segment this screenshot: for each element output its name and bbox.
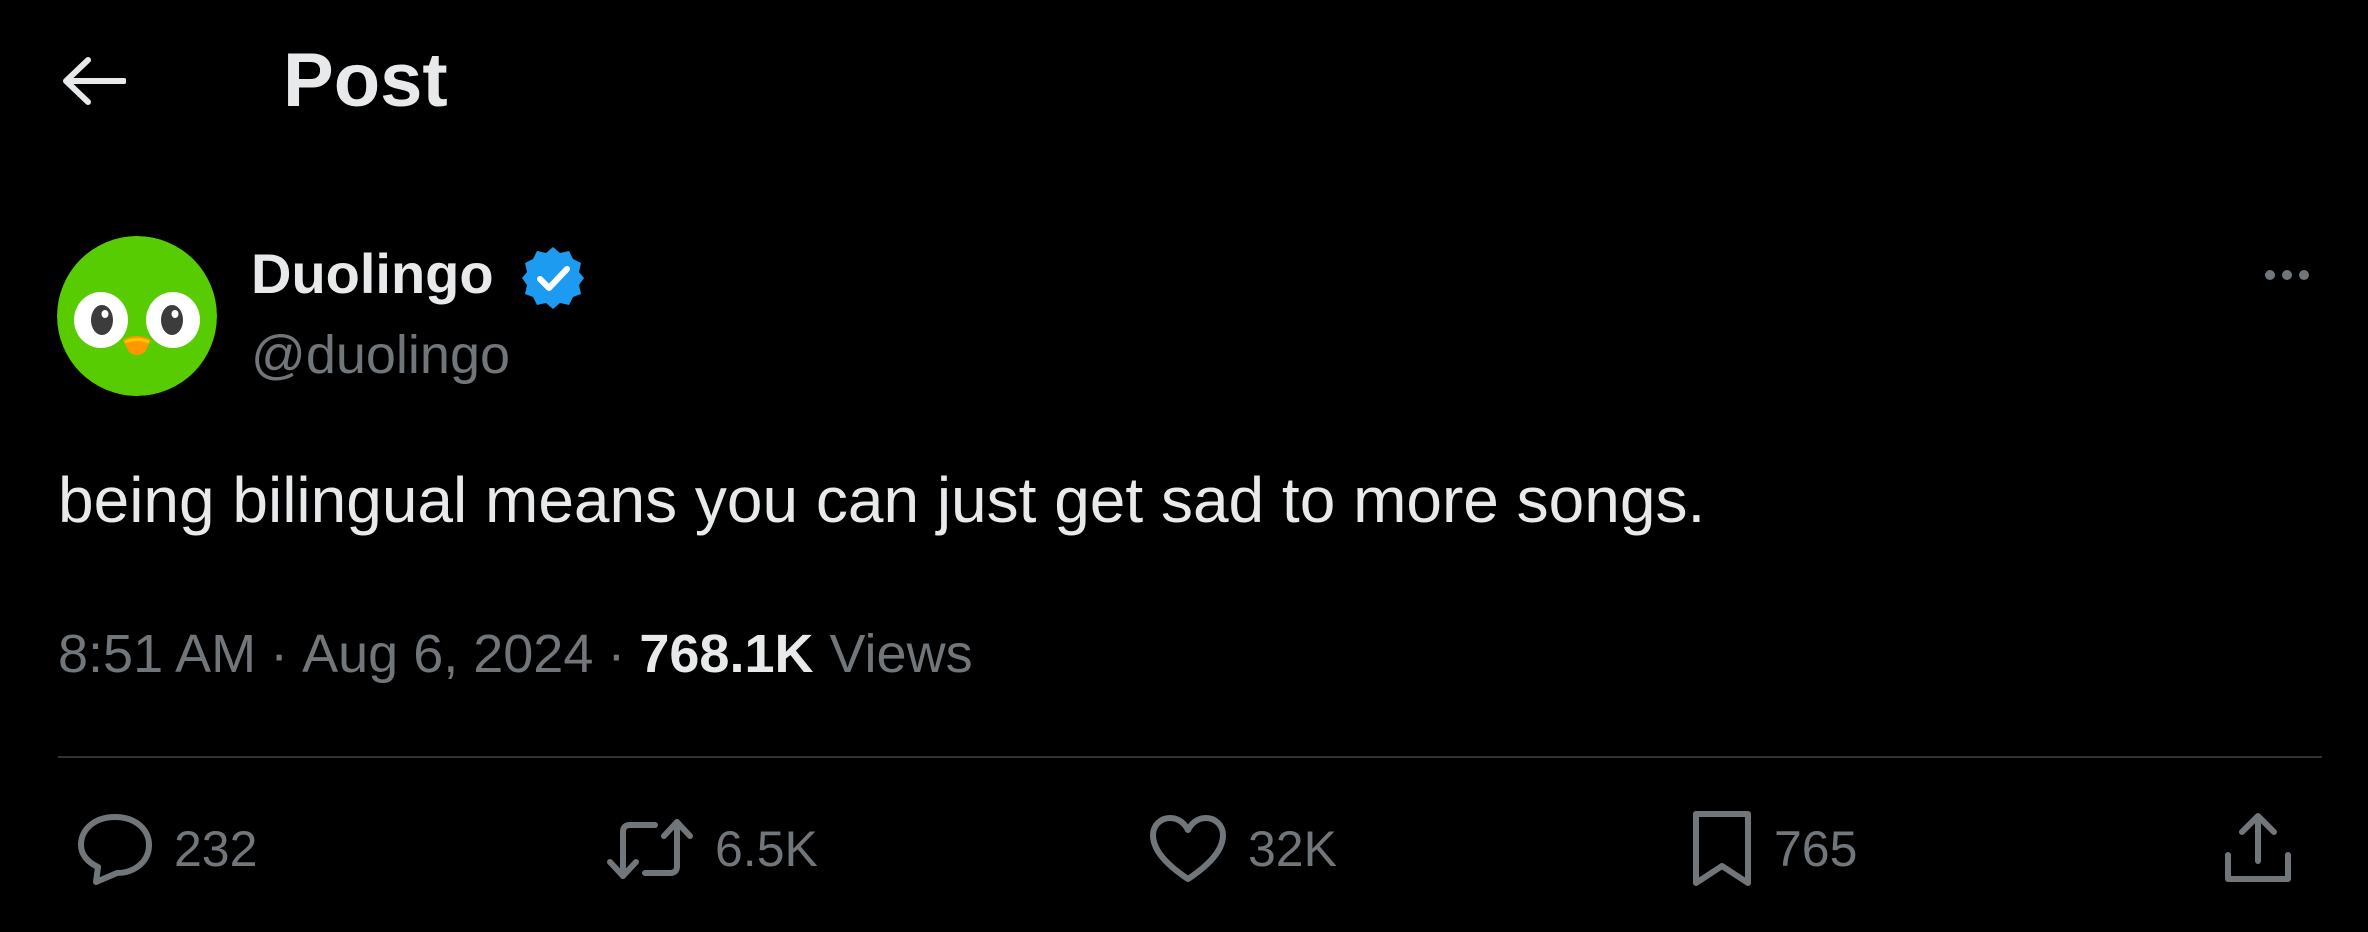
separator: · <box>270 624 289 684</box>
dot <box>2282 270 2292 280</box>
verified-badge-icon <box>522 247 584 309</box>
views-label[interactable]: Views <box>830 618 973 690</box>
separator: · <box>607 624 626 684</box>
repost-count: 6.5K <box>715 821 818 877</box>
repost-button[interactable]: 6.5K <box>605 804 818 894</box>
like-count: 32K <box>1248 821 1337 877</box>
like-button[interactable]: 32K <box>1148 804 1337 894</box>
dot <box>2265 270 2275 280</box>
repost-icon <box>607 819 693 879</box>
reply-button[interactable]: 232 <box>76 804 257 894</box>
author-name[interactable]: Duolingo <box>251 240 494 308</box>
share-button[interactable] <box>2222 804 2294 894</box>
heart-icon <box>1150 815 1226 882</box>
divider <box>58 756 2322 758</box>
more-options-button[interactable] <box>2252 255 2322 295</box>
avatar[interactable] <box>57 236 217 396</box>
post-time[interactable]: 8:51 AM <box>58 618 256 690</box>
post-text: being bilingual means you can just get s… <box>58 464 1706 536</box>
post-meta: 8:51 AM · Aug 6, 2024 · 768.1K Views <box>58 618 973 690</box>
share-icon <box>2225 813 2291 882</box>
bookmark-icon <box>1693 811 1751 886</box>
reply-icon <box>78 814 152 885</box>
back-button[interactable] <box>60 46 140 116</box>
views-count[interactable]: 768.1K <box>639 618 813 690</box>
bookmark-count: 765 <box>1774 821 1858 877</box>
dot <box>2299 270 2309 280</box>
reply-count: 232 <box>174 821 258 877</box>
bookmark-button[interactable]: 765 <box>1690 804 1857 894</box>
author-handle[interactable]: @duolingo <box>251 322 510 388</box>
post-date[interactable]: Aug 6, 2024 <box>302 618 593 690</box>
page-title: Post <box>283 38 448 123</box>
arrow-left-icon <box>63 57 126 105</box>
